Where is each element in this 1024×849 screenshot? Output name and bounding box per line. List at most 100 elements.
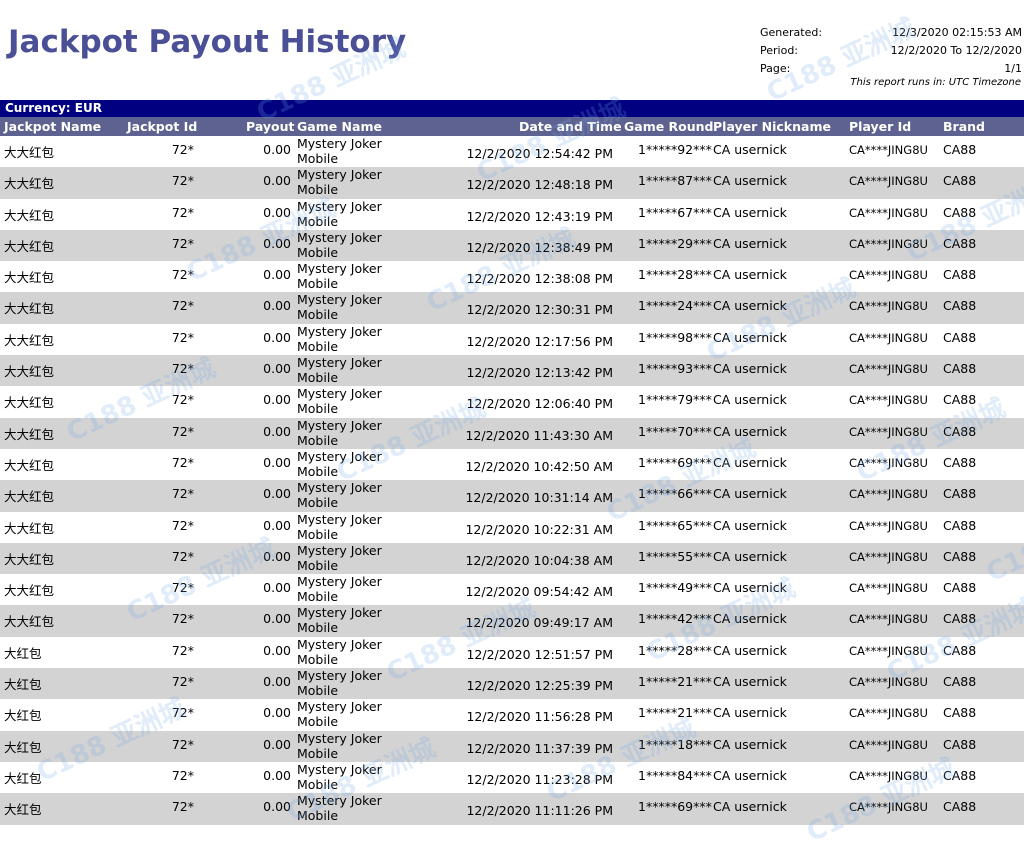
- header-payout: Payout: [246, 119, 295, 134]
- jackpot-name-cell: 大大红包: [4, 207, 55, 223]
- payout-cell: 0.00: [263, 173, 291, 189]
- player-nickname-cell: CA usernick: [713, 454, 787, 470]
- brand-cell: CA88: [943, 799, 977, 815]
- jackpot-name-cell: 大大红包: [4, 301, 55, 317]
- brand-cell: CA88: [943, 173, 977, 189]
- game-name-cell: Mystery Joker Mobile: [297, 762, 382, 792]
- table-row: 大大红包 72* 0.00 12/2/2020 12:38:49 PM 1*****29…: [0, 229, 1024, 262]
- jackpot-id-cell: 72*: [171, 799, 194, 815]
- game-name-cell: Mystery Joker Mobile: [297, 605, 382, 635]
- table-row: 大大红包 72* 0.00 12/2/2020 10:42:50 AM 1*****69…: [0, 449, 1024, 480]
- header-jackpot-name: Jackpot Name: [4, 119, 102, 134]
- brand-cell: CA88: [943, 580, 977, 596]
- date-time-cell: 12/2/2020 12:17:56 PM: [466, 333, 613, 349]
- payout-cell: 0.00: [263, 705, 291, 721]
- jackpot-name-cell: 大大红包: [4, 583, 55, 599]
- payout-cell: 0.00: [263, 611, 291, 627]
- game-name-line2: Mobile: [297, 557, 339, 573]
- game-name-line2: Mobile: [297, 432, 339, 448]
- jackpot-name-cell: 大大红包: [4, 426, 55, 442]
- player-id-cell: CA****JING8U: [849, 236, 928, 251]
- jackpot-name-cell: 大大红包: [4, 145, 55, 160]
- game-name-line1: Mystery Joker: [297, 448, 382, 464]
- header-date-time: Date and Time: [519, 119, 622, 134]
- date-time-cell: 12/2/2020 12:38:08 PM: [466, 271, 613, 287]
- table-row: 大大红包 72* 0.00 12/2/2020 12:13:42 PM 1*****93…: [0, 355, 1024, 387]
- game-round-cell: 1*****93***: [638, 361, 712, 377]
- jackpot-name-cell: 大大红包: [4, 395, 55, 411]
- brand-cell: CA88: [943, 298, 977, 314]
- table-row: 大大红包 72* 0.00 12/2/2020 12:43:19 PM 1*****67…: [0, 199, 1024, 230]
- game-name-line1: Mystery Joker: [297, 136, 382, 151]
- game-name-cell: Mystery Joker Mobile: [297, 386, 382, 416]
- jackpot-id-cell: 72*: [171, 361, 194, 377]
- game-name-cell: Mystery Joker Mobile: [297, 668, 382, 698]
- game-round-cell: 1*****24***: [638, 298, 712, 314]
- player-id-cell: CA****JING8U: [849, 612, 928, 627]
- brand-cell: CA88: [943, 142, 977, 157]
- period-row: Period: 12/2/2020 To 12/2/2020: [760, 42, 1022, 60]
- player-id-cell: CA****JING8U: [849, 299, 928, 314]
- jackpot-name-cell: 大红包: [4, 677, 42, 693]
- game-name-cell: Mystery Joker Mobile: [297, 230, 382, 260]
- jackpot-id-cell: 72*: [171, 580, 194, 596]
- game-name-line1: Mystery Joker: [297, 167, 382, 183]
- header-game-name: Game Name: [297, 119, 382, 134]
- player-id-cell: CA****JING8U: [849, 268, 928, 283]
- date-time-cell: 12/2/2020 10:04:38 AM: [465, 552, 613, 568]
- table-row: 大红包 72* 0.00 12/2/2020 11:23:28 PM 1*****84*…: [0, 762, 1024, 793]
- brand-cell: CA88: [943, 267, 977, 283]
- jackpot-id-cell: 72*: [171, 486, 194, 502]
- game-round-cell: 1*****98***: [638, 329, 712, 345]
- game-round-cell: 1*****18***: [638, 736, 712, 752]
- game-round-cell: 1*****69***: [638, 454, 712, 470]
- jackpot-id-cell: 72*: [171, 204, 194, 220]
- jackpot-id-cell: 72*: [171, 142, 194, 157]
- date-time-cell: 12/2/2020 12:25:39 PM: [466, 678, 613, 694]
- table-row: 大大红包 72* 0.00 12/2/2020 12:48:18 PM 1*****87…: [0, 167, 1024, 199]
- game-round-cell: 1*****67***: [638, 204, 712, 220]
- game-name-cell: Mystery Joker Mobile: [297, 512, 382, 542]
- player-nickname-cell: CA usernick: [713, 298, 787, 314]
- game-round-cell: 1*****55***: [638, 548, 712, 564]
- game-name-line1: Mystery Joker: [297, 636, 382, 652]
- table-row: 大大红包 72* 0.00 12/2/2020 10:31:14 AM 1*****66…: [0, 480, 1024, 512]
- payout-cell: 0.00: [263, 517, 291, 533]
- table-header: Jackpot Name Jackpot Id Payout Game Name…: [0, 117, 1024, 136]
- game-name-line1: Mystery Joker: [297, 761, 382, 777]
- header-player-nickname: Player Nickname: [713, 119, 831, 134]
- game-name-line1: Mystery Joker: [297, 198, 382, 214]
- game-name-cell: Mystery Joker Mobile: [297, 261, 382, 291]
- player-nickname-cell: CA usernick: [713, 173, 787, 189]
- game-name-line1: Mystery Joker: [297, 574, 382, 590]
- jackpot-name-cell: 大大红包: [4, 457, 55, 473]
- jackpot-name-cell: 大大红包: [4, 238, 55, 254]
- game-round-cell: 1*****28***: [638, 267, 712, 283]
- game-name-cell: Mystery Joker Mobile: [297, 449, 382, 479]
- jackpot-name-cell: 大大红包: [4, 270, 55, 286]
- game-name-cell: Mystery Joker Mobile: [297, 699, 382, 729]
- header-jackpot-id: Jackpot Id: [127, 119, 198, 134]
- report-meta: Generated: 12/3/2020 02:15:53 AM Period:…: [760, 24, 1022, 78]
- player-nickname-cell: CA usernick: [713, 799, 787, 815]
- game-name-line2: Mobile: [297, 776, 339, 792]
- game-name-cell: Mystery Joker Mobile: [297, 793, 382, 823]
- jackpot-name-cell: 大大红包: [4, 520, 55, 536]
- game-name-line1: Mystery Joker: [297, 542, 382, 558]
- game-round-cell: 1*****92***: [638, 142, 712, 157]
- game-name-line1: Mystery Joker: [297, 292, 382, 308]
- player-id-cell: CA****JING8U: [849, 768, 928, 783]
- brand-cell: CA88: [943, 517, 977, 533]
- jackpot-id-cell: 72*: [171, 611, 194, 627]
- payout-cell: 0.00: [263, 392, 291, 408]
- jackpot-name-cell: 大大红包: [4, 614, 55, 630]
- game-name-line2: Mobile: [297, 589, 339, 605]
- game-name-line2: Mobile: [297, 714, 339, 730]
- game-name-cell: Mystery Joker Mobile: [297, 136, 382, 166]
- jackpot-name-cell: 大红包: [4, 708, 42, 724]
- player-id-cell: CA****JING8U: [849, 800, 928, 815]
- player-id-cell: CA****JING8U: [849, 737, 928, 752]
- game-name-cell: Mystery Joker Mobile: [297, 199, 382, 229]
- table-row: 大大红包 72* 0.00 12/2/2020 12:54:42 PM 1*****92…: [0, 136, 1024, 167]
- jackpot-id-cell: 72*: [171, 235, 194, 251]
